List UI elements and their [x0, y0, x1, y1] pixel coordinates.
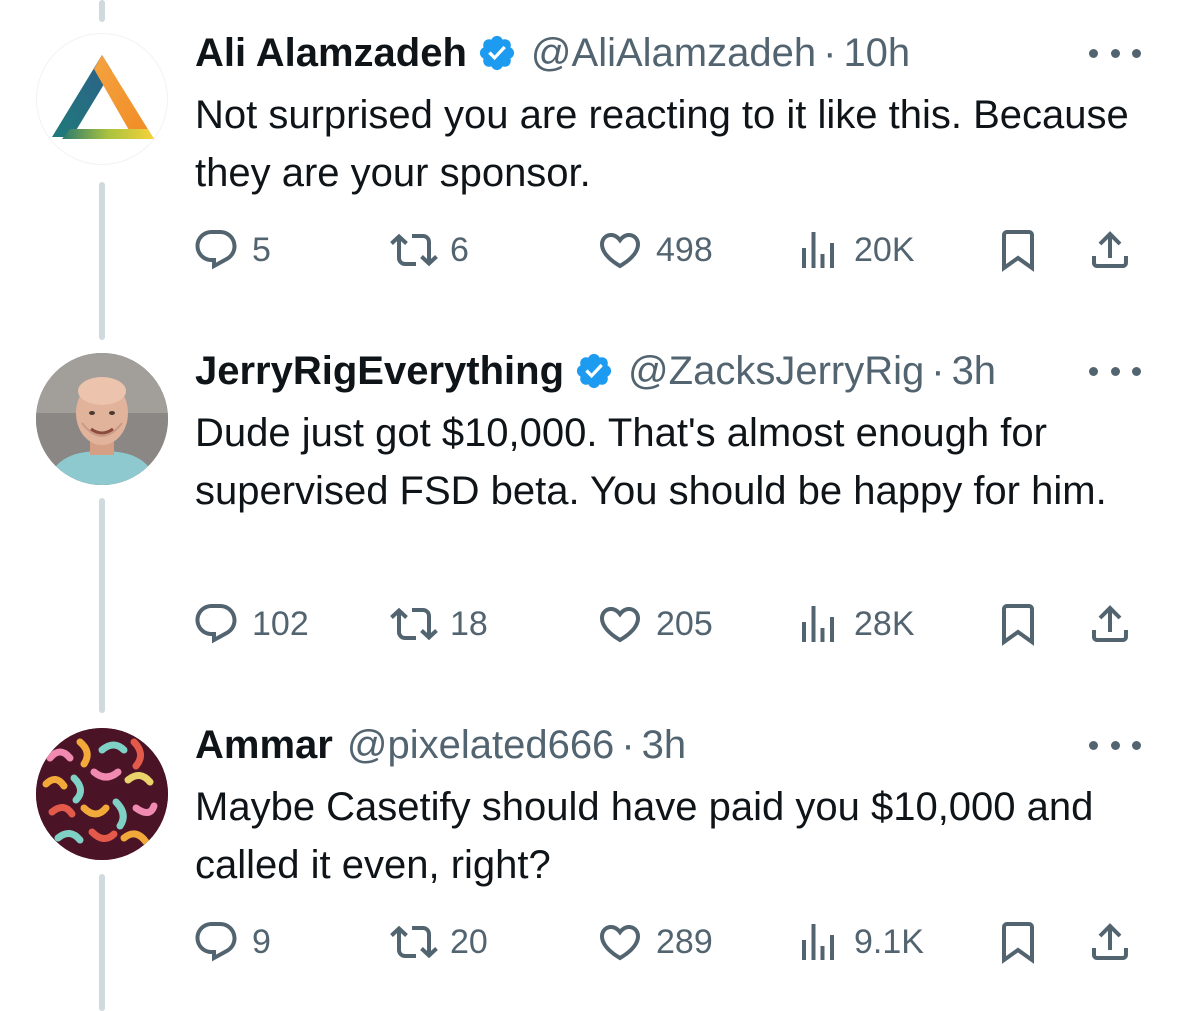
reply-icon — [195, 230, 237, 270]
tweet-text: Maybe Casetify should have paid you $10,… — [195, 785, 1094, 887]
share-button[interactable] — [1086, 914, 1134, 970]
like-count: 498 — [656, 230, 713, 269]
timestamp[interactable]: 10h — [843, 28, 910, 78]
reply-count: 9 — [252, 922, 271, 961]
like-button[interactable]: 205 — [596, 596, 713, 652]
view-count: 9.1K — [854, 922, 924, 961]
display-name[interactable]: Ammar — [195, 720, 333, 770]
retweet-button[interactable]: 6 — [390, 222, 469, 278]
bookmark-icon — [1002, 230, 1034, 272]
tweet-text: Dude just got $10,000. That's almost eno… — [195, 411, 1107, 513]
tweet-text: Not surprised you are reacting to it lik… — [195, 93, 1129, 195]
person-photo-icon — [36, 353, 168, 485]
avatar[interactable] — [36, 353, 168, 485]
reply-button[interactable]: 5 — [192, 222, 271, 278]
share-icon — [1092, 231, 1128, 268]
verified-badge-icon — [574, 351, 614, 391]
tweet-actions: 9 20 289 9.1K — [0, 914, 1179, 970]
share-icon — [1092, 605, 1128, 642]
timestamp[interactable]: 3h — [952, 346, 997, 396]
retweet-button[interactable]: 20 — [390, 914, 488, 970]
retweet-count: 18 — [450, 604, 488, 643]
retweet-icon — [390, 607, 438, 641]
user-handle[interactable]: @AliAlamzadeh — [531, 28, 816, 78]
like-count: 205 — [656, 604, 713, 643]
verified-badge-icon — [477, 33, 517, 73]
tweet-actions: 102 18 205 28K — [0, 596, 1179, 652]
separator: · — [621, 723, 635, 767]
like-count: 289 — [656, 922, 713, 961]
reply-button[interactable]: 102 — [192, 596, 309, 652]
reply-icon — [195, 604, 237, 644]
display-name[interactable]: Ali Alamzadeh — [195, 28, 467, 78]
tweet[interactable]: Ammar @pixelated666 · 3h Maybe Casetify … — [0, 720, 1179, 1011]
like-button[interactable]: 289 — [596, 914, 713, 970]
reply-button[interactable]: 9 — [192, 914, 271, 970]
retweet-icon — [390, 925, 438, 959]
reply-count: 5 — [252, 230, 271, 269]
avatar[interactable] — [36, 33, 168, 165]
share-button[interactable] — [1086, 222, 1134, 278]
retweet-icon — [390, 233, 438, 267]
reply-count: 102 — [252, 604, 309, 643]
avatar[interactable] — [36, 728, 168, 860]
separator: · — [931, 349, 945, 393]
thread-line — [99, 0, 105, 22]
tweet[interactable]: Ali Alamzadeh @AliAlamzadeh · 10h Not su… — [0, 28, 1179, 328]
more-options-icon[interactable] — [1089, 738, 1141, 752]
analytics-icon — [802, 232, 834, 268]
share-button[interactable] — [1086, 596, 1134, 652]
retweet-count: 20 — [450, 922, 488, 961]
share-icon — [1092, 923, 1128, 960]
display-name[interactable]: JerryRigEverything — [195, 346, 564, 396]
views-button[interactable]: 9.1K — [794, 914, 924, 970]
reply-thread: Ali Alamzadeh @AliAlamzadeh · 10h Not su… — [0, 0, 1179, 1011]
bookmark-icon — [1002, 604, 1034, 646]
timestamp[interactable]: 3h — [642, 720, 687, 770]
view-count: 20K — [854, 230, 915, 269]
tweet-header: Ali Alamzadeh @AliAlamzadeh · 10h — [195, 28, 910, 78]
user-handle[interactable]: @ZacksJerryRig — [628, 346, 924, 396]
colorful-squiggles-pattern-icon — [36, 728, 168, 860]
views-button[interactable]: 20K — [794, 222, 915, 278]
bookmark-button[interactable] — [994, 914, 1042, 970]
bookmark-button[interactable] — [994, 596, 1042, 652]
reply-icon — [195, 922, 237, 962]
views-button[interactable]: 28K — [794, 596, 915, 652]
more-options-icon[interactable] — [1089, 364, 1141, 378]
heart-icon — [599, 607, 641, 643]
like-button[interactable]: 498 — [596, 222, 713, 278]
retweet-count: 6 — [450, 230, 469, 269]
tweet-header: Ammar @pixelated666 · 3h — [195, 720, 686, 770]
bookmark-icon — [1002, 922, 1034, 964]
tweet-actions: 5 6 498 20K — [0, 222, 1179, 278]
separator: · — [823, 31, 837, 75]
bookmark-button[interactable] — [994, 222, 1042, 278]
tweet-header: JerryRigEverything @ZacksJerryRig · 3h — [195, 346, 996, 396]
user-handle[interactable]: @pixelated666 — [347, 720, 614, 770]
tweet[interactable]: JerryRigEverything @ZacksJerryRig · 3h D… — [0, 346, 1179, 686]
analytics-icon — [802, 924, 834, 960]
analytics-icon — [802, 606, 834, 642]
retweet-button[interactable]: 18 — [390, 596, 488, 652]
heart-icon — [599, 233, 641, 269]
triangle-logo-icon — [52, 55, 154, 139]
more-options-icon[interactable] — [1089, 46, 1141, 60]
heart-icon — [599, 925, 641, 961]
view-count: 28K — [854, 604, 915, 643]
